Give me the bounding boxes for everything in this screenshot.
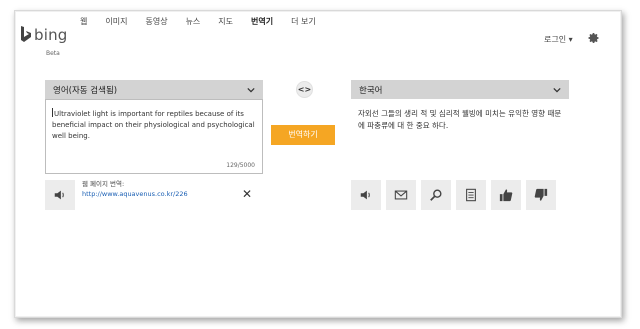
mail-icon (394, 190, 408, 200)
thumbs-up-button[interactable] (491, 180, 521, 210)
nav-more[interactable]: 더 보기 (291, 16, 316, 32)
translate-button[interactable]: 번역하기 (271, 125, 335, 145)
target-language-label: 한국어 (359, 86, 383, 96)
text-caret (52, 108, 53, 117)
nav-images[interactable]: 이미지 (105, 16, 127, 32)
clear-button[interactable]: ✕ (237, 184, 257, 204)
chevron-down-icon (247, 87, 255, 93)
source-listen-button[interactable] (45, 180, 75, 210)
speaker-icon (360, 190, 370, 200)
source-text-input[interactable]: Ultraviolet light is important for repti… (45, 99, 263, 174)
nav-news[interactable]: 뉴스 (186, 16, 201, 32)
webpage-translation: 웹 페이지 번역: http://www.aquavenus.co.kr/226 (82, 179, 188, 199)
gear-icon[interactable] (588, 32, 600, 44)
webpage-translation-link[interactable]: http://www.aquavenus.co.kr/226 (82, 189, 188, 199)
source-language-select[interactable]: 영어(자동 검색됨) (45, 80, 263, 99)
speaker-icon (54, 190, 64, 200)
source-text: Ultraviolet light is important for repti… (52, 110, 255, 140)
logo-beta: Beta (46, 50, 60, 57)
target-language-select[interactable]: 한국어 (351, 80, 569, 99)
character-count: 129/5000 (226, 162, 255, 169)
chevron-down-icon (553, 87, 561, 93)
swap-languages-button[interactable]: <> (296, 81, 313, 98)
nav-translator[interactable]: 번역기 (251, 16, 273, 32)
source-language-label: 영어(자동 검색됨) (53, 86, 118, 96)
nav-maps[interactable]: 지도 (218, 16, 233, 32)
logo-word: bing (34, 26, 68, 44)
document-icon (466, 188, 476, 202)
search-icon (430, 189, 442, 201)
thumbs-up-icon (499, 189, 513, 202)
translated-text: 자외선 그들의 생리 적 및 심리적 웰빙에 미치는 유익한 영향 때문에 파충… (358, 109, 562, 130)
nav-videos[interactable]: 동영상 (145, 16, 167, 32)
top-nav: 웹 이미지 동영상 뉴스 지도 번역기 더 보기 (80, 16, 334, 32)
thumbs-down-button[interactable] (526, 180, 556, 210)
document-button[interactable] (456, 180, 486, 210)
webpage-translation-label: 웹 페이지 번역: (82, 180, 125, 188)
login-link[interactable]: 로그인 ▾ (544, 34, 573, 45)
bing-logo-icon (21, 26, 31, 42)
search-button[interactable] (421, 180, 451, 210)
target-listen-button[interactable] (351, 180, 381, 210)
nav-web[interactable]: 웹 (80, 16, 87, 32)
email-button[interactable] (386, 180, 416, 210)
thumbs-down-icon (534, 188, 548, 201)
